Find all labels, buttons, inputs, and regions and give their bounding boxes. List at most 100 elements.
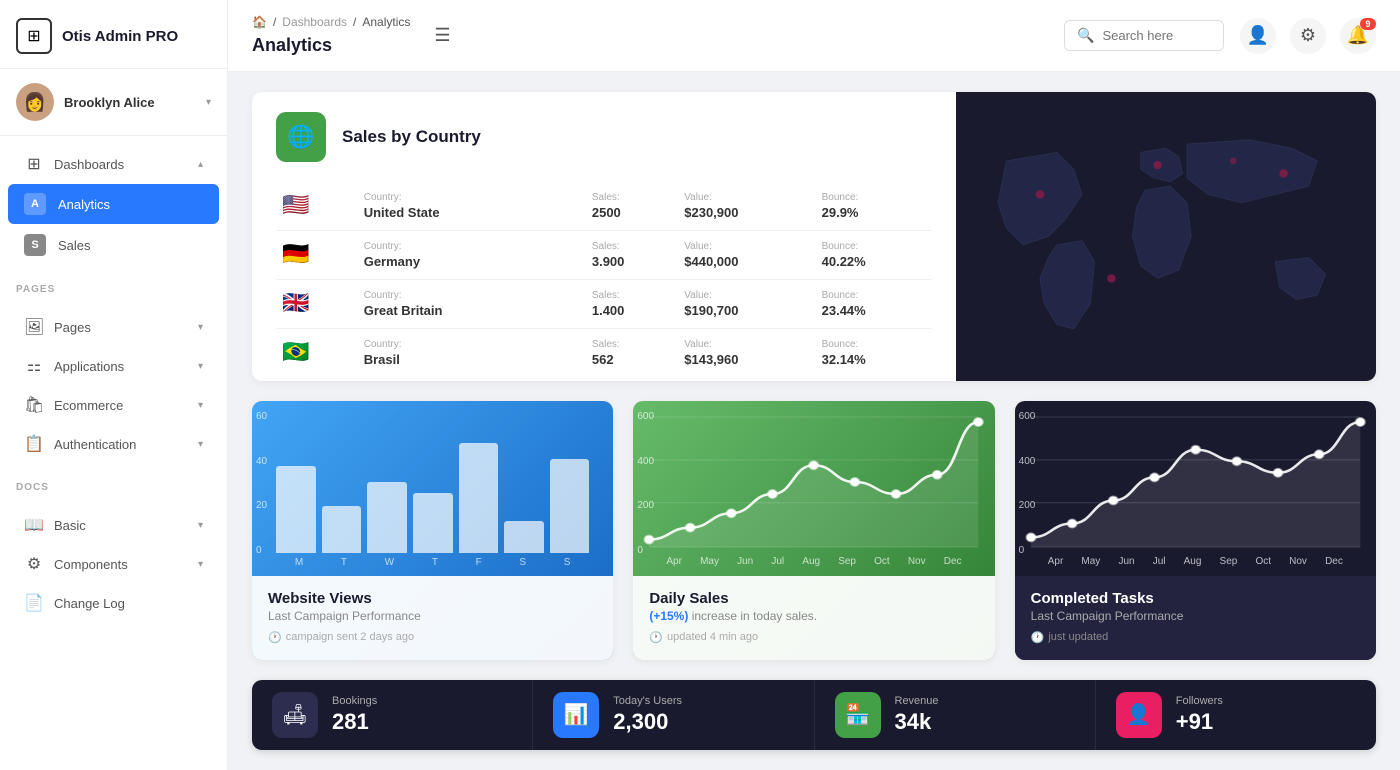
sidebar-item-ecommerce[interactable]: 🛍 Ecommerce ▾: [8, 386, 219, 424]
website-views-card: 6040200 MTWTFSS Website Views Last Campa…: [252, 401, 613, 660]
sidebar-item-label: Change Log: [54, 596, 203, 611]
notifications-icon-button[interactable]: 🔔 9: [1340, 18, 1376, 54]
pages-nav: 🖼 Pages ▾ ⚏ Applications ▾ 🛍 Ecommerce ▾…: [0, 299, 227, 472]
bar: [504, 521, 544, 552]
sidebar-item-dashboards[interactable]: ⊞ Dashboards ▴: [8, 145, 219, 183]
stat-value: 281: [332, 709, 377, 735]
home-icon: 🏠: [252, 15, 267, 29]
stats-row: 🛋 Bookings 281 📊 Today's Users 2,300 🏪 R…: [252, 680, 1376, 750]
settings-icon-button[interactable]: ⚙: [1290, 18, 1326, 54]
chart-subtitle: Last Campaign Performance: [268, 609, 597, 623]
auth-icon: 📋: [24, 434, 44, 454]
search-input[interactable]: [1102, 28, 1211, 43]
footer-text: updated 4 min ago: [667, 631, 758, 643]
sidebar-item-label: Pages: [54, 320, 188, 335]
sidebar-item-label: Ecommerce: [54, 398, 188, 413]
stat-item-revenue: 🏪 Revenue 34k: [815, 680, 1096, 750]
sidebar-item-pages[interactable]: 🖼 Pages ▾: [8, 308, 219, 346]
chart-footer: 🕐 updated 4 min ago: [649, 631, 978, 644]
world-map: [956, 92, 1376, 381]
dashboards-icon: ⊞: [24, 154, 44, 174]
content-area: 🌐 Sales by Country 🇺🇸 Country: United St…: [228, 72, 1400, 770]
breadcrumb-trail: 🏠 / Dashboards / Analytics: [252, 15, 410, 29]
search-box[interactable]: 🔍: [1064, 20, 1224, 51]
analytics-letter: A: [24, 193, 46, 215]
stat-label: Bookings: [332, 695, 377, 707]
chevron-down-icon: ▾: [198, 400, 203, 411]
stat-icon: 👤: [1116, 692, 1162, 738]
breadcrumb: 🏠 / Dashboards / Analytics Analytics: [252, 15, 410, 56]
globe-icon: 🌐: [276, 112, 326, 162]
logo-area: ⊞ Otis Admin PRO: [0, 0, 227, 69]
breadcrumb-sep: /: [273, 15, 276, 29]
bar-chart-area: 6040200 MTWTFSS: [252, 401, 613, 576]
stat-label: Followers: [1176, 695, 1223, 707]
chart-info: Website Views Last Campaign Performance …: [252, 576, 613, 660]
highlight-text: (+15%): [649, 609, 688, 623]
line-chart-svg: [649, 417, 978, 547]
chevron-down-icon: ▾: [206, 97, 211, 108]
chart-footer: 🕐 campaign sent 2 days ago: [268, 631, 597, 644]
sidebar-item-sales[interactable]: S Sales: [8, 225, 219, 265]
stat-icon: 📊: [553, 692, 599, 738]
sidebar-item-label: Authentication: [54, 437, 188, 452]
stat-label: Revenue: [895, 695, 939, 707]
y-axis-labels: 6004002000: [1019, 411, 1036, 556]
user-profile[interactable]: 👩 Brooklyn Alice ▾: [0, 69, 227, 136]
stat-icon: 🛋: [272, 692, 318, 738]
sidebar-item-components[interactable]: ⚙ Components ▾: [8, 545, 219, 583]
pages-icon: 🖼: [24, 317, 44, 337]
logo-text: Otis Admin PRO: [62, 28, 178, 45]
sidebar-item-basic[interactable]: 📖 Basic ▾: [8, 506, 219, 544]
page-title: Analytics: [252, 35, 332, 56]
table-row: 🇬🇧 Country: Great Britain Sales: 1.400 V…: [276, 280, 932, 329]
stat-item-today_users: 📊 Today's Users 2,300: [533, 680, 814, 750]
sales-by-country-card: 🌐 Sales by Country 🇺🇸 Country: United St…: [252, 92, 1376, 381]
docs-nav: 📖 Basic ▾ ⚙ Components ▾ 📄 Change Log: [0, 497, 227, 631]
charts-row: 6040200 MTWTFSS Website Views Last Campa…: [252, 401, 1376, 660]
chart-title: Website Views: [268, 590, 597, 607]
chevron-down-icon: ▾: [198, 322, 203, 333]
stat-icon: 🏪: [835, 692, 881, 738]
clock-icon: 🕐: [1031, 631, 1045, 644]
stat-value: +91: [1176, 709, 1223, 735]
main-nav: ⊞ Dashboards ▴ A Analytics S Sales: [0, 136, 227, 274]
chevron-down-icon: ▾: [198, 559, 203, 570]
user-icon-button[interactable]: 👤: [1240, 18, 1276, 54]
x-axis-labels: AprMayJunJulAugSepOctNovDec: [1031, 556, 1360, 567]
breadcrumb-dashboards[interactable]: Dashboards: [282, 15, 347, 29]
sidebar-item-changelog[interactable]: 📄 Change Log: [8, 584, 219, 622]
chart-info: Completed Tasks Last Campaign Performanc…: [1015, 576, 1376, 660]
sales-country-left: 🌐 Sales by Country 🇺🇸 Country: United St…: [252, 92, 956, 381]
components-icon: ⚙: [24, 554, 44, 574]
table-row: 🇩🇪 Country: Germany Sales: 3.900 Value: …: [276, 231, 932, 280]
menu-icon[interactable]: ☰: [434, 25, 450, 46]
stat-item-followers: 👤 Followers +91: [1096, 680, 1376, 750]
sidebar-item-authentication[interactable]: 📋 Authentication ▾: [8, 425, 219, 463]
breadcrumb-sep2: /: [353, 15, 356, 29]
chevron-up-icon: ▴: [198, 159, 203, 170]
ecommerce-icon: 🛍: [24, 395, 44, 415]
x-axis-labels: AprMayJunJulAugSepOctNovDec: [649, 556, 978, 567]
subtitle-text: increase in today sales.: [692, 609, 817, 623]
chart-subtitle: Last Campaign Performance: [1031, 609, 1360, 623]
sidebar-item-label: Dashboards: [54, 157, 188, 172]
sidebar-item-label: Components: [54, 557, 188, 572]
sidebar-item-label: Analytics: [58, 197, 203, 212]
stat-label: Today's Users: [613, 695, 682, 707]
sidebar-item-applications[interactable]: ⚏ Applications ▾: [8, 347, 219, 385]
notification-badge: 9: [1360, 18, 1376, 30]
chart-info: Daily Sales (+15%) increase in today sal…: [633, 576, 994, 660]
breadcrumb-current: Analytics: [362, 15, 410, 29]
header: 🏠 / Dashboards / Analytics Analytics ☰ 🔍…: [228, 0, 1400, 72]
sidebar-item-analytics[interactable]: A Analytics: [8, 184, 219, 224]
stat-text: Today's Users 2,300: [613, 695, 682, 735]
completed-tasks-card: 6004002000 AprMayJunJulAugSepOctNovDec C…: [1015, 401, 1376, 660]
clock-icon: 🕐: [268, 631, 282, 644]
header-icons: 👤 ⚙ 🔔 9: [1240, 18, 1376, 54]
line-chart-area-green: 6004002000 AprMayJunJulAugSepOctNovDec: [633, 401, 994, 576]
table-row: 🇺🇸 Country: United State Sales: 2500 Val…: [276, 182, 932, 231]
chevron-down-icon: ▾: [198, 361, 203, 372]
y-axis-labels: 6040200: [256, 411, 267, 556]
search-icon: 🔍: [1077, 27, 1094, 44]
